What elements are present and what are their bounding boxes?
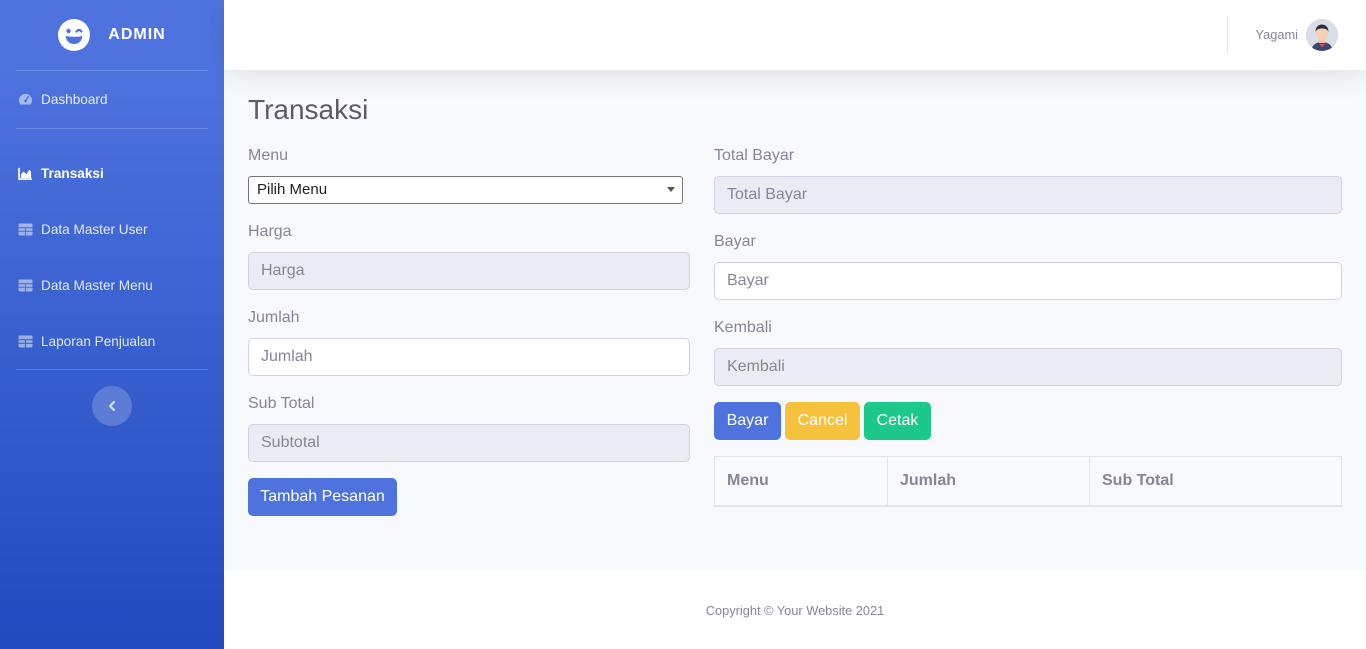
sidebar-brand[interactable]: ADMIN (0, 0, 224, 70)
table-header-menu: Menu (715, 457, 888, 505)
cetak-button[interactable]: Cetak (864, 402, 931, 440)
laugh-wink-icon (58, 19, 91, 51)
sidebar: ADMIN Dashboard Transaksi Data Master Us… (0, 0, 224, 649)
kembali-label: Kembali (714, 319, 772, 336)
sidebar-item-label: Data Master Menu (41, 277, 153, 293)
tambah-pesanan-button[interactable]: Tambah Pesanan (248, 478, 397, 516)
harga-input[interactable] (248, 252, 690, 290)
chevron-left-icon (108, 400, 116, 412)
sidebar-toggle-button[interactable] (92, 386, 132, 426)
bayar-input[interactable] (714, 262, 1342, 300)
menu-select-value: Pilih Menu (257, 181, 328, 198)
sidebar-item-transaksi[interactable]: Transaksi (0, 145, 224, 201)
table-header-subtotal: Sub Total (1102, 472, 1174, 489)
table-header-jumlah: Jumlah (888, 457, 1090, 505)
jumlah-label: Jumlah (248, 309, 300, 326)
copyright-text: Copyright © Your Website 2021 (705, 602, 885, 618)
subtotal-input[interactable] (248, 424, 690, 462)
sidebar-item-data-master-user[interactable]: Data Master User (0, 201, 224, 257)
user-name[interactable]: Yagami (1256, 27, 1298, 42)
kembali-input[interactable] (714, 348, 1342, 386)
caret-down-icon (667, 187, 675, 192)
menu-select[interactable]: Pilih Menu (248, 176, 683, 204)
subtotal-label: Sub Total (248, 395, 315, 412)
harga-label: Harga (248, 223, 292, 240)
table-icon (18, 278, 33, 292)
sidebar-item-label: Transaksi (41, 165, 104, 181)
bayar-button[interactable]: Bayar (714, 402, 781, 440)
tachometer-icon (18, 93, 33, 106)
sidebar-item-data-master-menu[interactable]: Data Master Menu (0, 257, 224, 313)
jumlah-input[interactable] (248, 338, 690, 376)
footer: Copyright © Your Website 2021 (224, 571, 1366, 649)
area-chart-icon (18, 167, 33, 180)
total-bayar-input[interactable] (714, 176, 1342, 214)
cancel-button[interactable]: Cancel (785, 402, 860, 440)
menu-label: Menu (248, 147, 289, 164)
avatar[interactable] (1306, 19, 1338, 51)
sidebar-item-label: Laporan Penjualan (41, 333, 156, 349)
table-icon (18, 334, 33, 348)
table-icon (18, 222, 33, 236)
page-title: Transaksi (248, 94, 369, 125)
order-table: Menu Jumlah Sub Total (714, 456, 1342, 507)
sidebar-item-label: Data Master User (41, 221, 148, 237)
sidebar-item-label: Dashboard (41, 92, 108, 107)
total-bayar-label: Total Bayar (714, 147, 795, 164)
topbar-divider (1227, 16, 1228, 54)
topbar: Yagami (224, 0, 1366, 70)
sidebar-item-dashboard[interactable]: Dashboard (0, 71, 224, 128)
sidebar-item-laporan-penjualan[interactable]: Laporan Penjualan (0, 313, 224, 369)
brand-text: ADMIN (108, 26, 166, 43)
bayar-label: Bayar (714, 233, 756, 250)
